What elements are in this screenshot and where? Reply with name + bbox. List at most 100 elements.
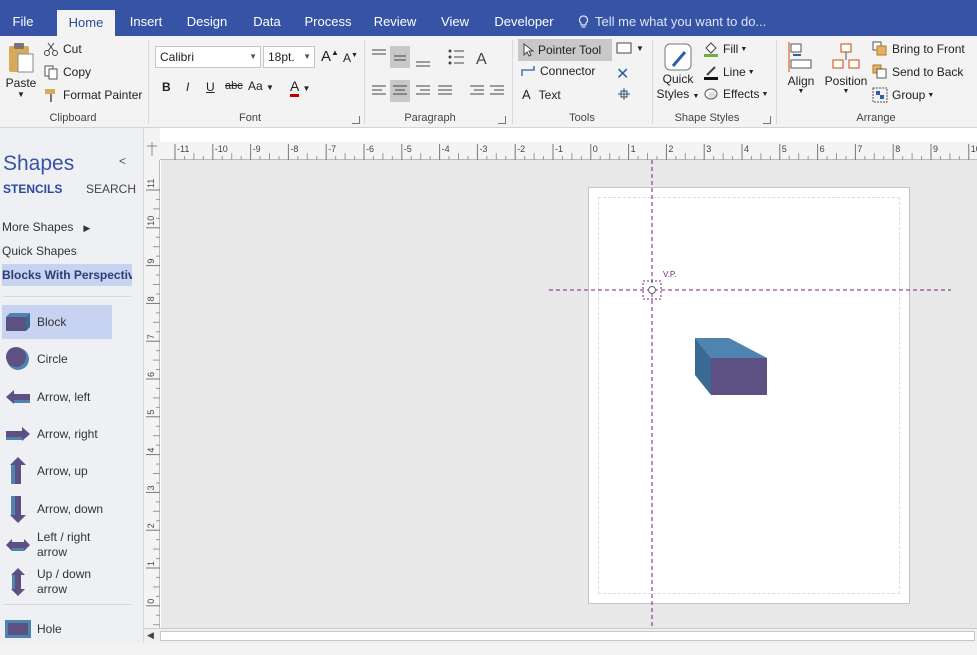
line-button[interactable]: Line ▼ <box>703 64 755 80</box>
quick-shapes-link[interactable]: Quick Shapes <box>2 244 77 258</box>
text-tool-icon: A <box>522 87 531 102</box>
stencil-item-hole[interactable]: Hole <box>2 612 112 646</box>
font-group-label: Font <box>238 112 261 124</box>
current-stencil-link[interactable]: Blocks With Perspective <box>2 264 132 286</box>
tab-data[interactable]: Data <box>248 8 286 36</box>
stencil-item-label: Left / right arrow <box>37 530 91 559</box>
ruler-label: 8 <box>146 296 156 301</box>
font-dialog-launcher[interactable] <box>352 116 360 124</box>
font-name-select[interactable]: Calibri ▼ <box>155 46 261 68</box>
underline-button[interactable]: U <box>206 80 215 94</box>
bold-button[interactable]: B <box>162 80 171 94</box>
font-color-button[interactable]: A ▼ <box>290 78 310 97</box>
change-case-button[interactable]: Aa ▼ <box>248 79 274 93</box>
fill-button[interactable]: Fill ▼ <box>703 41 747 57</box>
horizontal-scrollbar[interactable]: ◀ <box>144 628 977 643</box>
paragraph-dialog-launcher[interactable] <box>498 116 506 124</box>
copy-button[interactable]: Copy <box>43 64 91 80</box>
ruler-label: 5 <box>782 144 787 154</box>
paragraph-controls: A <box>372 46 504 102</box>
stencil-item-up-down-arrow[interactable]: Up / down arrow <box>2 565 112 599</box>
align-top-icon[interactable] <box>372 49 386 55</box>
ribbon-tab-bar: File Home Insert Design Data Process Rev… <box>0 0 977 36</box>
stencil-item-arrow-left[interactable]: Arrow, left <box>2 380 112 414</box>
align-shapes-icon <box>788 42 812 72</box>
vanishing-point-handle[interactable] <box>648 286 656 294</box>
vertical-ruler[interactable]: 11 10 9 8 7 6 5 4 3 2 1 0 <box>144 160 160 628</box>
tab-home[interactable]: Home <box>57 10 115 36</box>
italic-button[interactable]: I <box>186 80 189 94</box>
align-bottom-icon[interactable] <box>416 61 430 67</box>
align-button[interactable]: Align ▼ <box>784 42 818 95</box>
tab-review[interactable]: Review <box>370 8 420 36</box>
block-shape[interactable] <box>695 338 767 395</box>
align-right-icon[interactable] <box>416 85 430 95</box>
tab-design[interactable]: Design <box>182 8 232 36</box>
block-icon <box>6 313 30 331</box>
tab-view[interactable]: View <box>436 8 474 36</box>
tab-process[interactable]: Process <box>302 8 354 36</box>
send-to-back-button[interactable]: Send to Back <box>872 64 963 80</box>
drawing-canvas[interactable]: V.P. <box>161 160 977 628</box>
stencil-item-block[interactable]: Block <box>2 305 112 339</box>
shrink-font-button[interactable]: A▼ <box>343 51 358 65</box>
chevron-down-icon: ▼ <box>636 43 644 53</box>
more-shapes-link[interactable]: More Shapes ▶ <box>2 220 90 234</box>
up-down-arrow-icon <box>11 568 25 596</box>
paste-button[interactable]: Paste ▼ <box>4 42 38 108</box>
ribbon: Paste ▼ Cut Copy Format Painter Clipboar… <box>0 36 977 128</box>
ruler-label: 7 <box>146 334 156 339</box>
chevron-down-icon: ▼ <box>303 52 311 61</box>
tab-file[interactable]: File <box>0 8 46 36</box>
group-button[interactable]: Group ▼ <box>872 87 934 103</box>
tab-stencils[interactable]: STENCILS <box>3 182 62 196</box>
pointer-tool-button[interactable]: Pointer Tool <box>518 39 612 61</box>
text-direction-icon[interactable]: A <box>476 51 487 68</box>
strikethrough-button[interactable]: abc <box>225 80 243 92</box>
bullets-icon[interactable] <box>448 49 465 65</box>
copy-icon <box>44 65 58 80</box>
scroll-left-icon[interactable]: ◀ <box>147 630 154 641</box>
stencil-item-label: Circle <box>37 351 68 366</box>
tab-search[interactable]: SEARCH <box>86 182 136 196</box>
position-button[interactable]: Position ▼ <box>822 42 870 95</box>
font-size-select[interactable]: 18pt. ▼ <box>263 46 315 68</box>
shapes-pane-title: Shapes <box>3 152 75 175</box>
increase-indent-icon[interactable] <box>490 85 504 95</box>
ruler-label: -7 <box>328 144 336 154</box>
ruler-label: 0 <box>146 599 156 604</box>
rectangle-icon <box>616 42 632 54</box>
cut-button[interactable]: Cut <box>43 41 82 57</box>
decrease-indent-icon[interactable] <box>470 85 484 95</box>
ruler-label: 10 <box>146 216 156 226</box>
tab-insert[interactable]: Insert <box>122 8 170 36</box>
stencil-item-arrow-down[interactable]: Arrow, down <box>2 492 112 526</box>
position-label: Position <box>824 74 868 88</box>
text-tool-button[interactable]: A Text <box>522 87 561 102</box>
stencil-item-arrow-up[interactable]: Arrow, up <box>2 454 112 488</box>
stencil-item-arrow-right[interactable]: Arrow, right <box>2 417 112 451</box>
effects-button[interactable]: Effects ▼ <box>703 87 768 101</box>
collapse-pane-icon[interactable]: < <box>119 154 126 168</box>
align-left-icon[interactable] <box>372 85 386 95</box>
circle-icon <box>6 347 29 370</box>
scrollbar-track[interactable] <box>160 631 975 641</box>
rectangle-tool-button[interactable]: ▼ <box>616 42 644 54</box>
justify-icon[interactable] <box>438 85 452 95</box>
close-x-icon[interactable]: ✕ <box>616 64 629 84</box>
chevron-down-icon: ▼ <box>797 88 805 95</box>
position-icon <box>832 43 860 69</box>
tab-developer[interactable]: Developer <box>490 8 558 36</box>
stencil-item-left-right-arrow[interactable]: Left / right arrow <box>2 528 112 562</box>
horizontal-ruler[interactable]: -11-10-9-8-7-6-5-4-3-2-1012345678910 <box>160 142 977 160</box>
connection-point-button[interactable] <box>616 86 632 102</box>
tell-me-box[interactable]: Tell me what you want to do... <box>578 14 766 29</box>
stencil-item-circle[interactable]: Circle <box>2 342 112 376</box>
quick-styles-button[interactable]: Quick Styles ▼ <box>656 42 700 104</box>
align-label: Align <box>787 74 815 88</box>
format-painter-button[interactable]: Format Painter <box>43 87 142 103</box>
bring-to-front-button[interactable]: Bring to Front <box>872 41 965 57</box>
grow-font-button[interactable]: A▲ <box>321 48 339 65</box>
connector-tool-button[interactable]: Connector <box>520 64 595 78</box>
shape-styles-dialog-launcher[interactable] <box>763 116 771 124</box>
